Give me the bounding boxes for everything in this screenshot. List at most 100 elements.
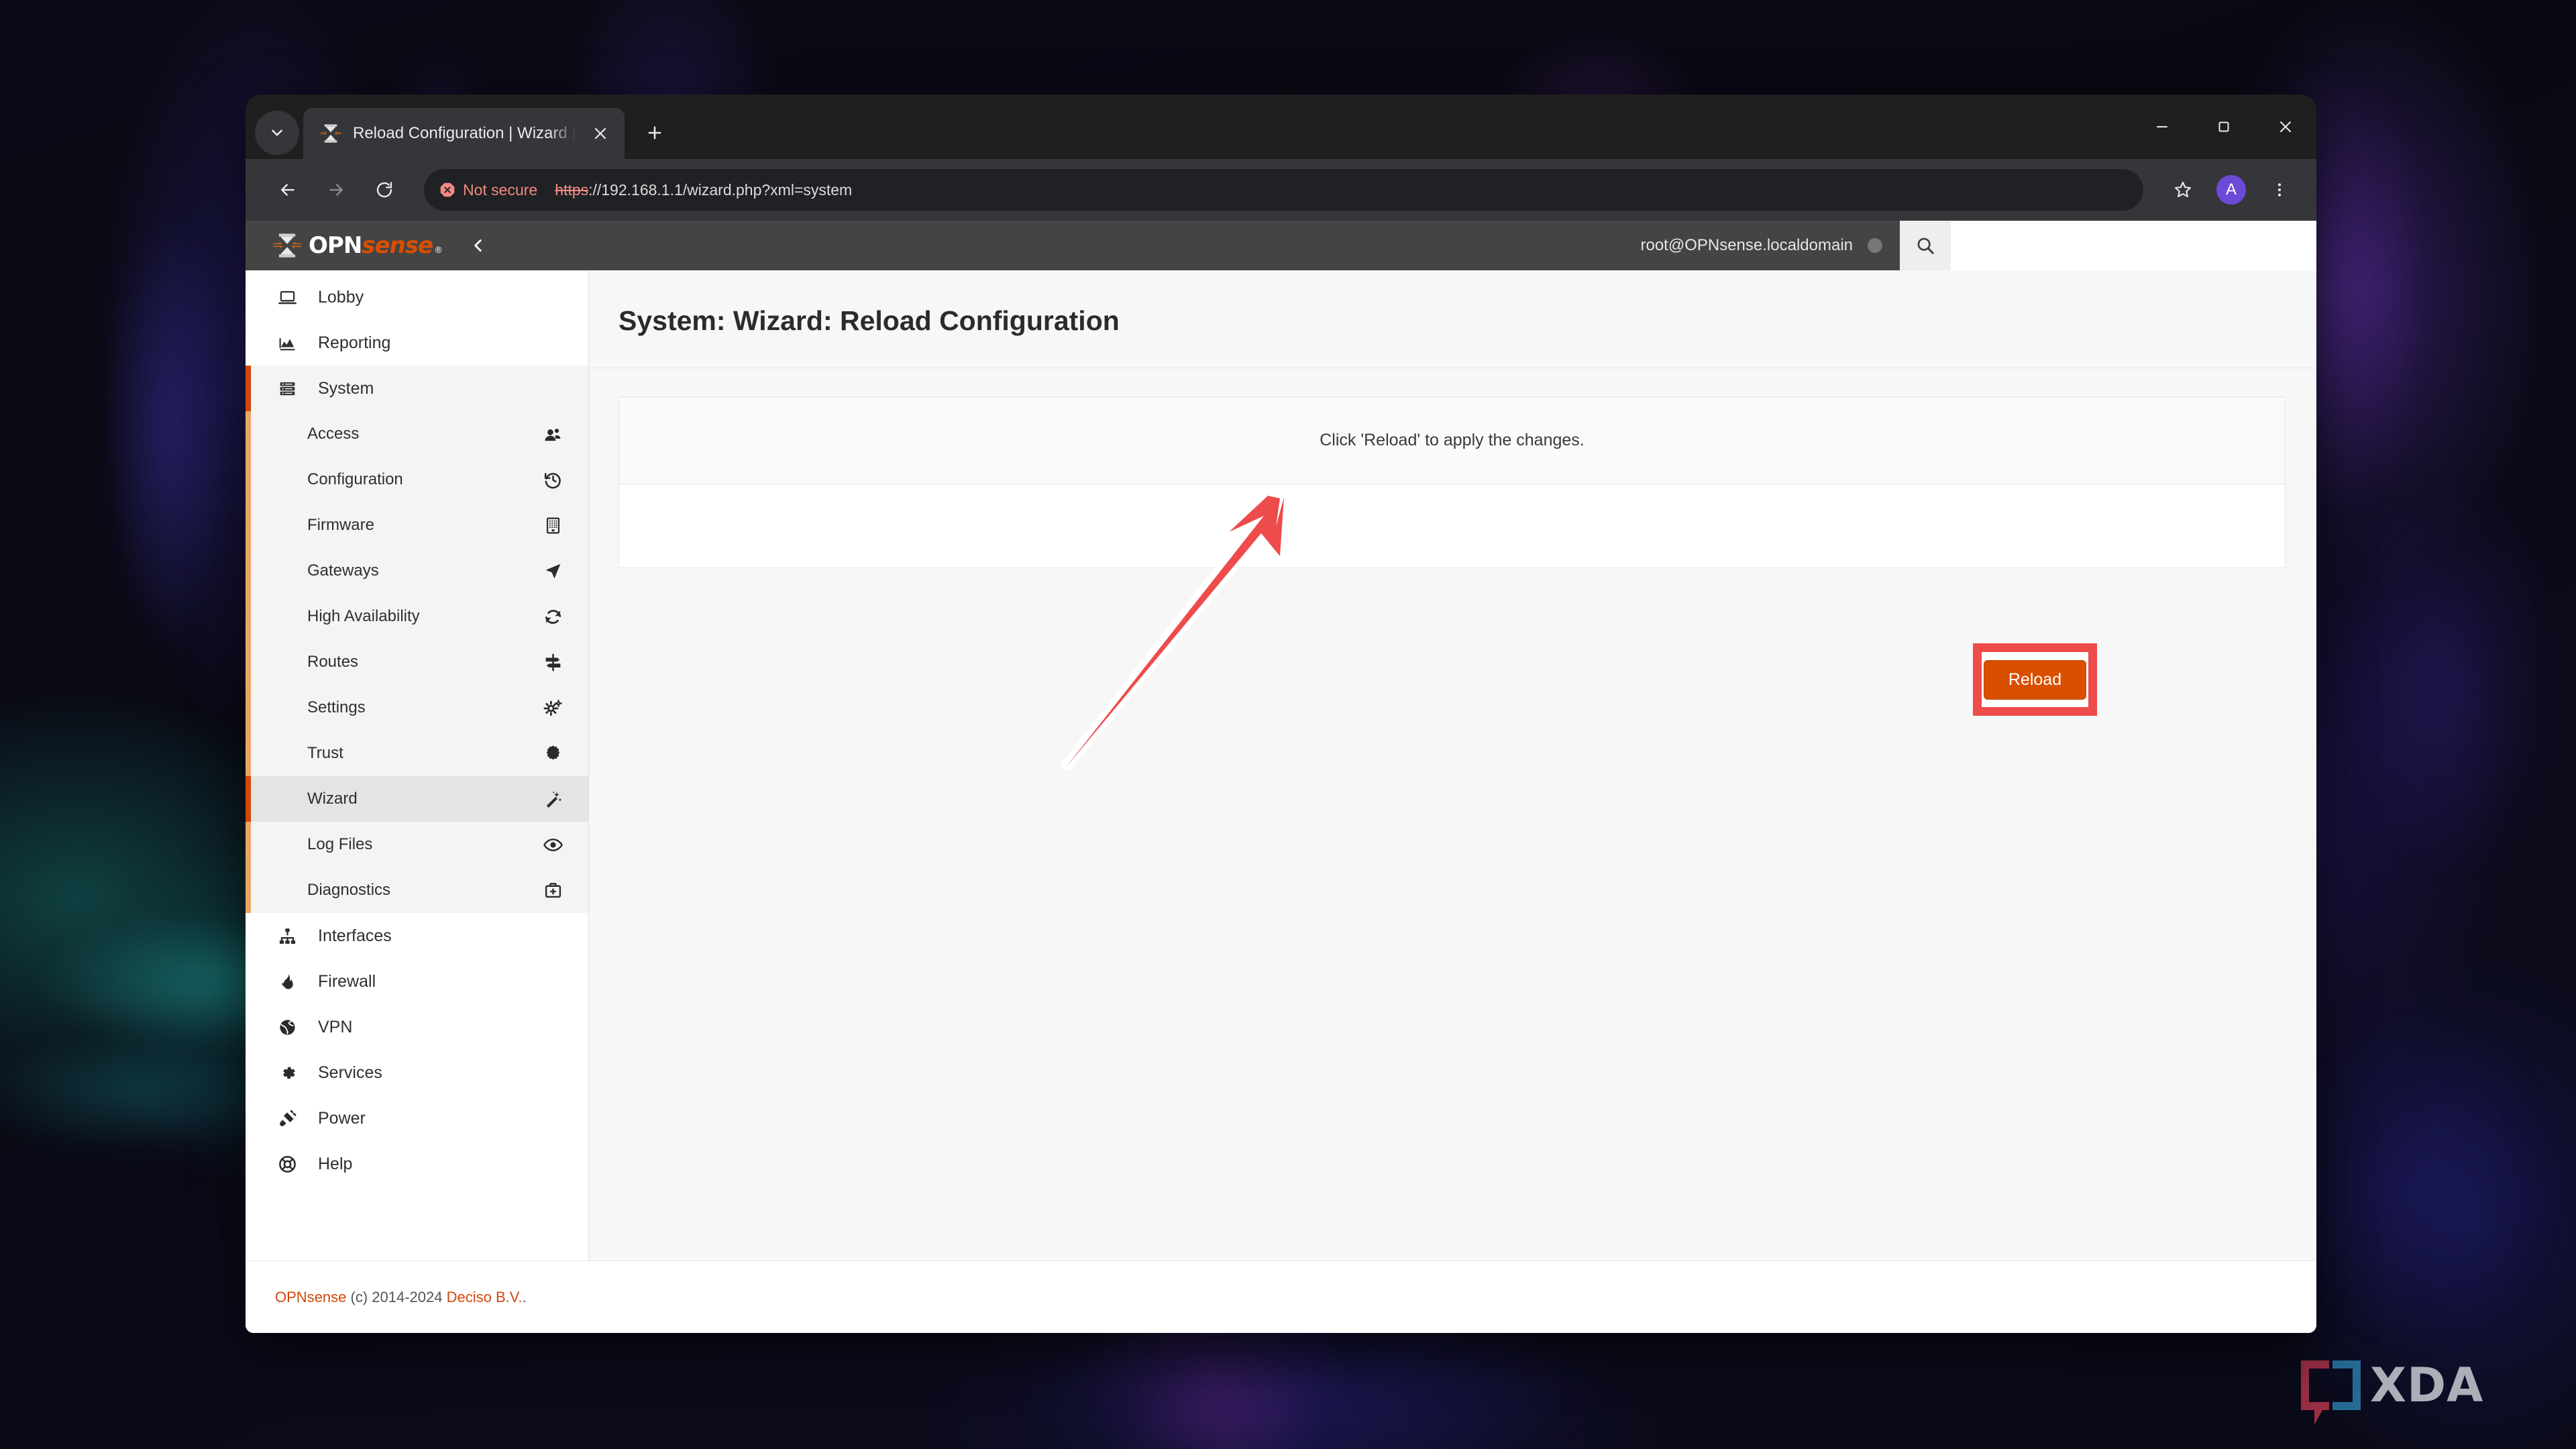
gears-icon <box>540 698 566 718</box>
sidebar-item-lobby[interactable]: Lobby <box>246 274 588 320</box>
sidebar-item-wizard[interactable]: Wizard <box>246 776 588 822</box>
page-title: System: Wizard: Reload Configuration <box>619 305 1120 336</box>
sidebar-item-log-files[interactable]: Log Files <box>246 822 588 867</box>
sidebar-item-label: Log Files <box>307 835 373 853</box>
browser-tab-strip: Reload Configuration | Wizard | <box>246 95 2316 159</box>
sidebar-item-vpn[interactable]: VPN <box>246 1004 588 1050</box>
window-minimize-button[interactable] <box>2131 95 2193 159</box>
reload-message-row: Click 'Reload' to apply the changes. <box>619 397 2285 484</box>
security-status-chip[interactable]: Not secure <box>431 177 548 203</box>
sidebar-item-label: System <box>318 378 374 398</box>
plus-icon <box>648 126 661 140</box>
life-ring-icon <box>278 1155 303 1174</box>
sidebar-item-routes[interactable]: Routes <box>246 639 588 685</box>
sidebar-item-gateways[interactable]: Gateways <box>246 548 588 594</box>
sidebar-item-reporting[interactable]: Reporting <box>246 320 588 366</box>
certificate-icon <box>540 744 566 763</box>
sidebar-item-label: Interfaces <box>318 926 392 945</box>
browser-tab[interactable]: Reload Configuration | Wizard | <box>303 108 625 159</box>
reload-icon <box>376 182 392 198</box>
window-maximize-button[interactable] <box>2193 95 2255 159</box>
window-controls <box>2131 95 2316 159</box>
opnsense-logo[interactable]: OPN sense ® <box>272 231 443 260</box>
sidebar-item-label: Access <box>307 425 360 443</box>
xda-watermark: XDA <box>2301 1360 2483 1425</box>
sidebar-item-label: Reporting <box>318 333 391 352</box>
sidebar-item-label: Firewall <box>318 971 376 991</box>
browser-window: Reload Configuration | Wizard | Not secu… <box>246 95 2316 1333</box>
tab-close-button[interactable] <box>587 120 614 147</box>
logo-text-secondary: sense <box>362 232 433 259</box>
refresh-icon <box>540 607 566 627</box>
first-aid-kit-icon <box>540 881 566 900</box>
opnsense-body: Lobby Reporting System Access Configuration F… <box>246 270 2316 1260</box>
search-input[interactable] <box>1951 221 2316 270</box>
reload-page-button[interactable] <box>364 169 405 211</box>
sidebar-item-interfaces[interactable]: Interfaces <box>246 913 588 959</box>
server-icon <box>278 379 303 398</box>
location-arrow-icon <box>540 561 566 581</box>
opnsense-logo-text: OPN sense ® <box>309 232 443 259</box>
forward-button[interactable] <box>315 169 357 211</box>
sidebar-collapse-button[interactable] <box>465 232 492 259</box>
browser-tab-title: Reload Configuration | Wizard | <box>353 124 576 142</box>
sidebar-item-settings[interactable]: Settings <box>246 685 588 731</box>
sidebar-item-trust[interactable]: Trust <box>246 731 588 776</box>
new-tab-button[interactable] <box>635 113 674 152</box>
opnsense-hourglass-icon <box>320 124 341 143</box>
minimize-icon <box>2157 126 2167 127</box>
header-search-group <box>1900 221 2316 270</box>
sidebar-item-label: Gateways <box>307 561 379 580</box>
sidebar-item-services[interactable]: Services <box>246 1050 588 1095</box>
three-dot-menu-icon <box>2277 183 2282 197</box>
chevron-down-icon <box>272 129 282 136</box>
browser-menu-button[interactable] <box>2259 169 2300 211</box>
main-content: System: Wizard: Reload Configuration Cli… <box>589 270 2316 1260</box>
eye-icon <box>540 835 566 855</box>
back-button[interactable] <box>267 169 309 211</box>
magic-wand-icon <box>540 790 566 809</box>
footer-period: . <box>522 1288 527 1305</box>
tab-search-button[interactable] <box>255 111 299 155</box>
chip-icon <box>540 516 566 535</box>
wallpaper-wisp <box>1127 1355 1328 1449</box>
avatar: A <box>2216 175 2246 205</box>
window-close-button[interactable] <box>2255 95 2316 159</box>
wallpaper-wisp <box>2334 470 2556 885</box>
sidebar-item-firmware[interactable]: Firmware <box>246 502 588 548</box>
browser-toolbar: Not secure https://192.168.1.1/wizard.ph… <box>246 159 2316 221</box>
power-plug-icon <box>278 1109 303 1128</box>
page-footer: OPNsense (c) 2014-2024 Deciso B.V. . <box>246 1260 2316 1333</box>
sidebar-item-power[interactable]: Power <box>246 1095 588 1141</box>
current-user-label: root@OPNsense.localdomain <box>1640 236 1853 254</box>
address-bar[interactable]: Not secure https://192.168.1.1/wizard.ph… <box>424 169 2143 211</box>
profile-button[interactable]: A <box>2210 169 2252 211</box>
footer-brand-link[interactable]: OPNsense <box>275 1289 346 1306</box>
area-chart-icon <box>278 333 303 353</box>
search-button[interactable] <box>1900 221 1951 270</box>
sidebar-item-access[interactable]: Access <box>246 411 588 457</box>
sidebar-item-firewall[interactable]: Firewall <box>246 959 588 1004</box>
reload-button[interactable]: Reload <box>1983 659 2087 700</box>
reload-button-row <box>619 484 2285 568</box>
sidebar-item-system[interactable]: System <box>246 366 588 411</box>
sidebar-item-label: Trust <box>307 744 343 762</box>
url-rest: ://192.168.1.1/wizard.php?xml=system <box>588 180 853 199</box>
registered-mark: ® <box>434 246 443 256</box>
laptop-icon <box>278 288 303 307</box>
sidebar-item-high-availability[interactable]: High Availability <box>246 594 588 639</box>
url-scheme: https <box>555 180 589 199</box>
sidebar-item-diagnostics[interactable]: Diagnostics <box>246 867 588 913</box>
bookmark-button[interactable] <box>2162 169 2204 211</box>
reload-instruction-text: Click 'Reload' to apply the changes. <box>1320 431 1585 449</box>
sidebar-items: Lobby Reporting System Access Configuration F… <box>246 274 588 1187</box>
arrow-right-icon <box>329 184 343 196</box>
annotation-highlight-box: Reload <box>1973 643 2097 716</box>
sidebar-item-label: Firmware <box>307 516 374 534</box>
maximize-icon <box>2218 121 2229 132</box>
footer-company-link[interactable]: Deciso B.V. <box>447 1289 523 1306</box>
opnsense-hourglass-icon <box>273 233 301 258</box>
sidebar-item-help[interactable]: Help <box>246 1141 588 1187</box>
sidebar-item-configuration[interactable]: Configuration <box>246 457 588 502</box>
